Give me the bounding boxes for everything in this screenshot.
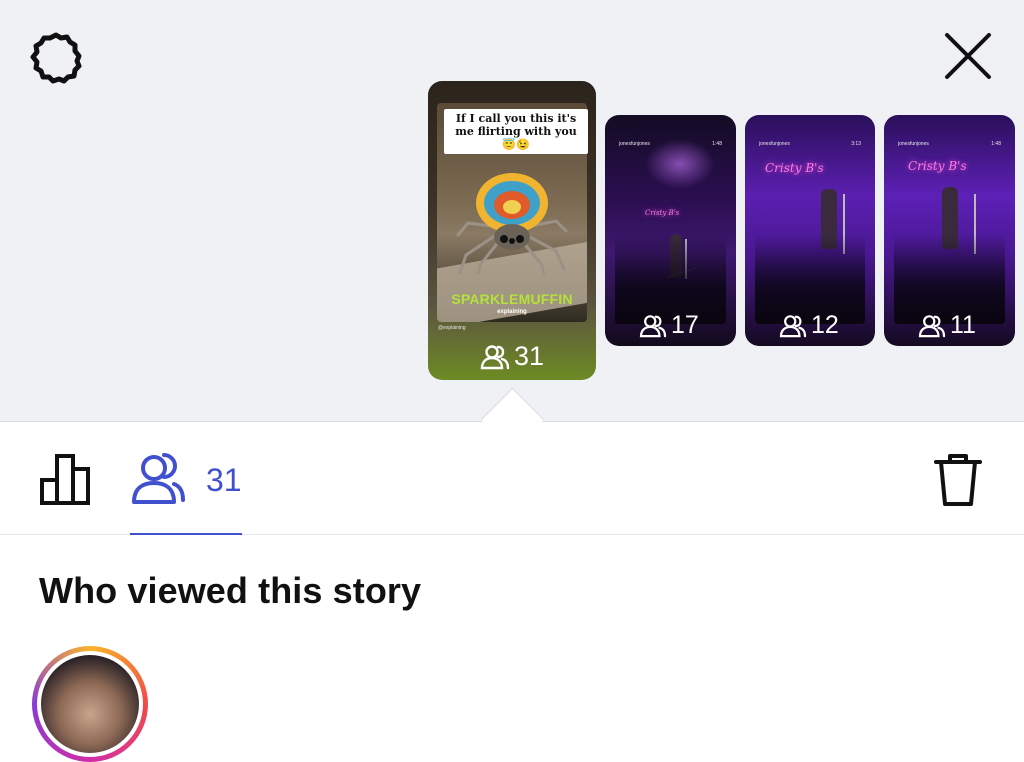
people-icon [639, 314, 667, 337]
story-caption: If I call you this it's me flirting with… [444, 109, 588, 154]
story-viewer-count: 12 [779, 311, 839, 340]
story-handle: jonesfunjones [759, 141, 790, 147]
close-icon [945, 33, 991, 79]
story-image: Cristy B's . . . . . . . . . . . [615, 139, 726, 324]
story-viewer-count-value: 17 [671, 311, 699, 339]
people-icon [918, 314, 946, 337]
active-tab-indicator [130, 533, 242, 535]
story-thumbnail-4[interactable]: Cristy B's jonesfunjones 1:48 11 [884, 115, 1015, 346]
story-neon-sign: Cristy B's [765, 161, 824, 175]
viewer-avatar[interactable] [32, 646, 148, 762]
story-handle: @explaining [438, 325, 466, 331]
story-handle: jonesfunjones [619, 141, 650, 147]
spider-image [456, 173, 568, 275]
section-title: Who viewed this story [39, 570, 422, 611]
story-thumbnail-1[interactable]: If I call you this it's me flirting with… [428, 81, 596, 380]
story-thumbnail-3[interactable]: Cristy B's jonesfunjones 3:13 12 [745, 115, 875, 346]
bar-chart-icon [40, 454, 90, 505]
story-neon-sign: Cristy B's [645, 209, 680, 217]
story-neon-sign: Cristy B's [908, 159, 967, 173]
story-time: 1:48 [991, 141, 1001, 147]
story-viewer-count: 31 [480, 341, 544, 372]
viewers-count: 31 [206, 462, 242, 498]
story-time: 1:48 [712, 141, 722, 147]
people-icon [480, 344, 510, 369]
insights-tab[interactable] [38, 450, 92, 506]
story-thumbnail-2[interactable]: Cristy B's . . . . . . . . . . . jonesfu… [605, 115, 736, 346]
people-icon [779, 314, 807, 337]
story-viewer-count: 17 [639, 311, 699, 340]
viewers-tab[interactable]: 31 [130, 450, 242, 536]
story-image: Cristy B's [894, 139, 1005, 324]
gear-icon [30, 32, 82, 84]
story-headline: SPARKLEMUFFIN [451, 291, 573, 307]
story-time: 3:13 [851, 141, 861, 147]
people-icon [132, 453, 185, 504]
trash-icon [934, 454, 982, 506]
story-image: Cristy B's [755, 139, 865, 324]
story-viewer-count: 11 [918, 311, 976, 340]
delete-story-button[interactable] [932, 452, 984, 508]
story-viewer-count-value: 12 [811, 311, 839, 339]
story-viewer-count-value: 31 [514, 341, 545, 371]
close-button[interactable] [942, 30, 994, 82]
settings-button[interactable] [28, 30, 84, 86]
story-handle: jonesfunjones [898, 141, 929, 147]
story-viewer-count-value: 11 [950, 311, 976, 339]
story-brand: explaining [497, 309, 527, 315]
